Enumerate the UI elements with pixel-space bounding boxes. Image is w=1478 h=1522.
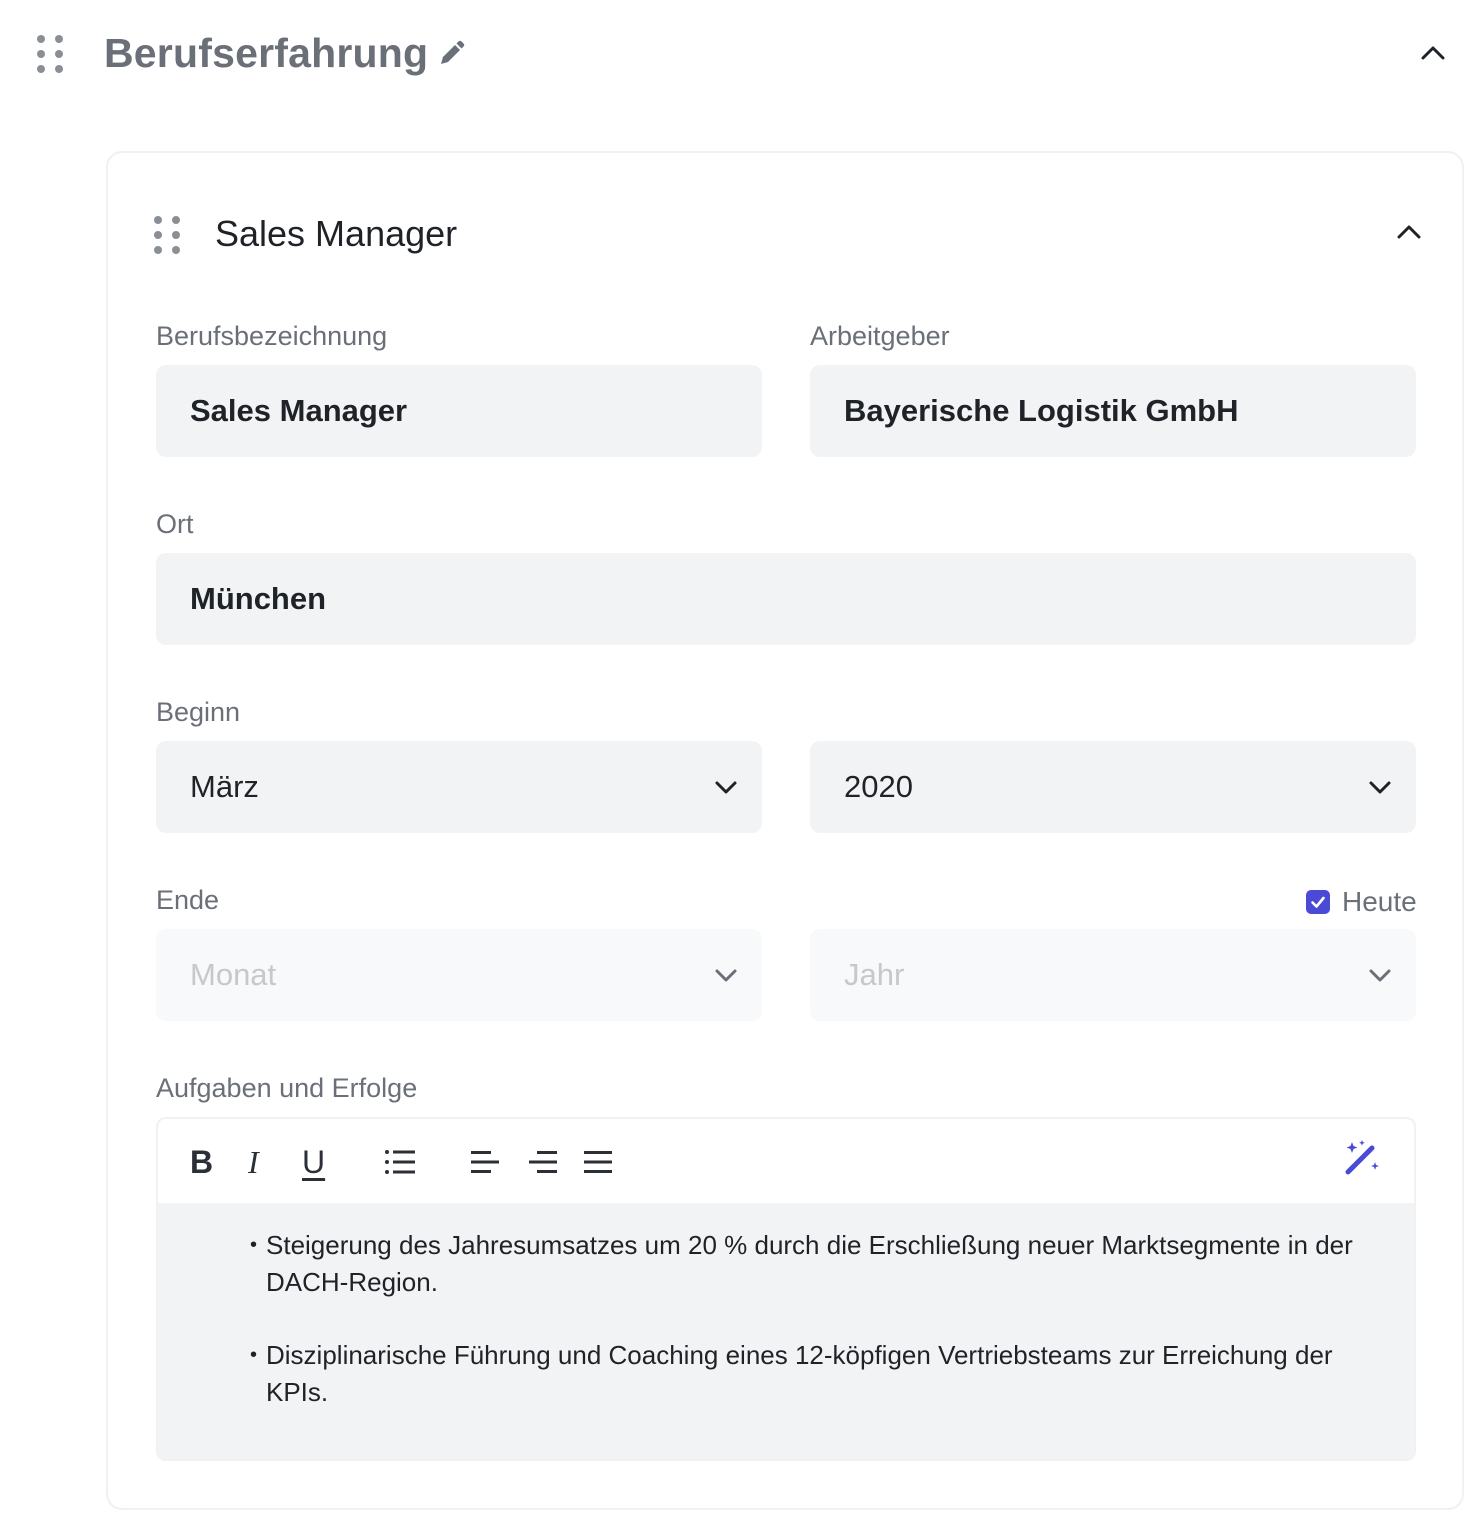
list-item: Disziplinarische Führung und Coaching ei… <box>250 1337 1374 1411</box>
location-label: Ort <box>156 509 194 539</box>
align-left-icon <box>471 1151 499 1173</box>
today-checkbox[interactable]: Heute <box>1306 886 1417 918</box>
chevron-up-icon[interactable] <box>1416 36 1450 70</box>
list-item: Steigerung des Jahresumsatzes um 20 % du… <box>250 1227 1374 1301</box>
start-month-select[interactable]: März <box>156 741 762 833</box>
job-title-input[interactable]: Sales Manager <box>156 365 762 457</box>
end-month-placeholder: Monat <box>190 957 277 992</box>
end-year-select[interactable]: Jahr <box>810 929 1416 1021</box>
experience-entry-card: Sales Manager Berufsbezeichnung Sales Ma… <box>106 151 1464 1510</box>
bullet-list-button[interactable] <box>384 1143 416 1181</box>
bullet-list-icon <box>385 1150 415 1174</box>
today-label: Heute <box>1342 886 1417 917</box>
end-label: Ende <box>156 885 220 915</box>
description-label: Aufgaben und Erfolge <box>156 1073 418 1103</box>
section-title: Berufserfahrung <box>104 30 429 76</box>
start-year-value: 2020 <box>844 769 913 804</box>
chevron-up-icon[interactable] <box>1392 215 1426 249</box>
section-header: Berufserfahrung <box>0 0 1478 110</box>
align-justify-button[interactable] <box>583 1143 613 1181</box>
magic-wand-icon <box>1345 1140 1379 1175</box>
achievements-list: Steigerung des Jahresumsatzes um 20 % du… <box>250 1227 1374 1411</box>
editor-content[interactable]: Steigerung des Jahresumsatzes um 20 % du… <box>158 1203 1414 1459</box>
align-justify-icon <box>584 1151 612 1173</box>
chevron-down-icon <box>1369 781 1391 794</box>
drag-handle-icon[interactable] <box>37 35 64 74</box>
end-year-placeholder: Jahr <box>844 957 905 992</box>
align-right-button[interactable] <box>528 1143 558 1181</box>
drag-handle-icon[interactable] <box>154 216 181 255</box>
start-month-value: März <box>190 769 259 804</box>
rich-text-editor: B I U • Steigerung des Jahresumsatzes um… <box>156 1117 1416 1461</box>
entry-title: Sales Manager <box>215 213 458 254</box>
start-label: Beginn <box>156 697 241 727</box>
chevron-down-icon <box>1369 969 1391 982</box>
chevron-down-icon <box>715 781 737 794</box>
employer-label: Arbeitgeber <box>810 321 950 351</box>
employer-input[interactable]: Bayerische Logistik GmbH <box>810 365 1416 457</box>
bold-button[interactable]: B <box>190 1143 213 1181</box>
end-month-select[interactable]: Monat <box>156 929 762 1021</box>
start-year-select[interactable]: 2020 <box>810 741 1416 833</box>
ai-magic-wand-button[interactable] <box>1342 1139 1382 1177</box>
job-title-label: Berufsbezeichnung <box>156 321 388 351</box>
italic-button[interactable]: I <box>248 1143 259 1181</box>
align-left-button[interactable] <box>470 1143 500 1181</box>
checkmark-icon[interactable] <box>1306 890 1330 914</box>
editor-toolbar: B I U <box>158 1119 1414 1203</box>
align-right-icon <box>529 1151 557 1173</box>
underline-button[interactable]: U <box>302 1143 325 1181</box>
pencil-icon[interactable] <box>435 38 467 70</box>
chevron-down-icon <box>715 969 737 982</box>
location-input[interactable]: München <box>156 553 1416 645</box>
